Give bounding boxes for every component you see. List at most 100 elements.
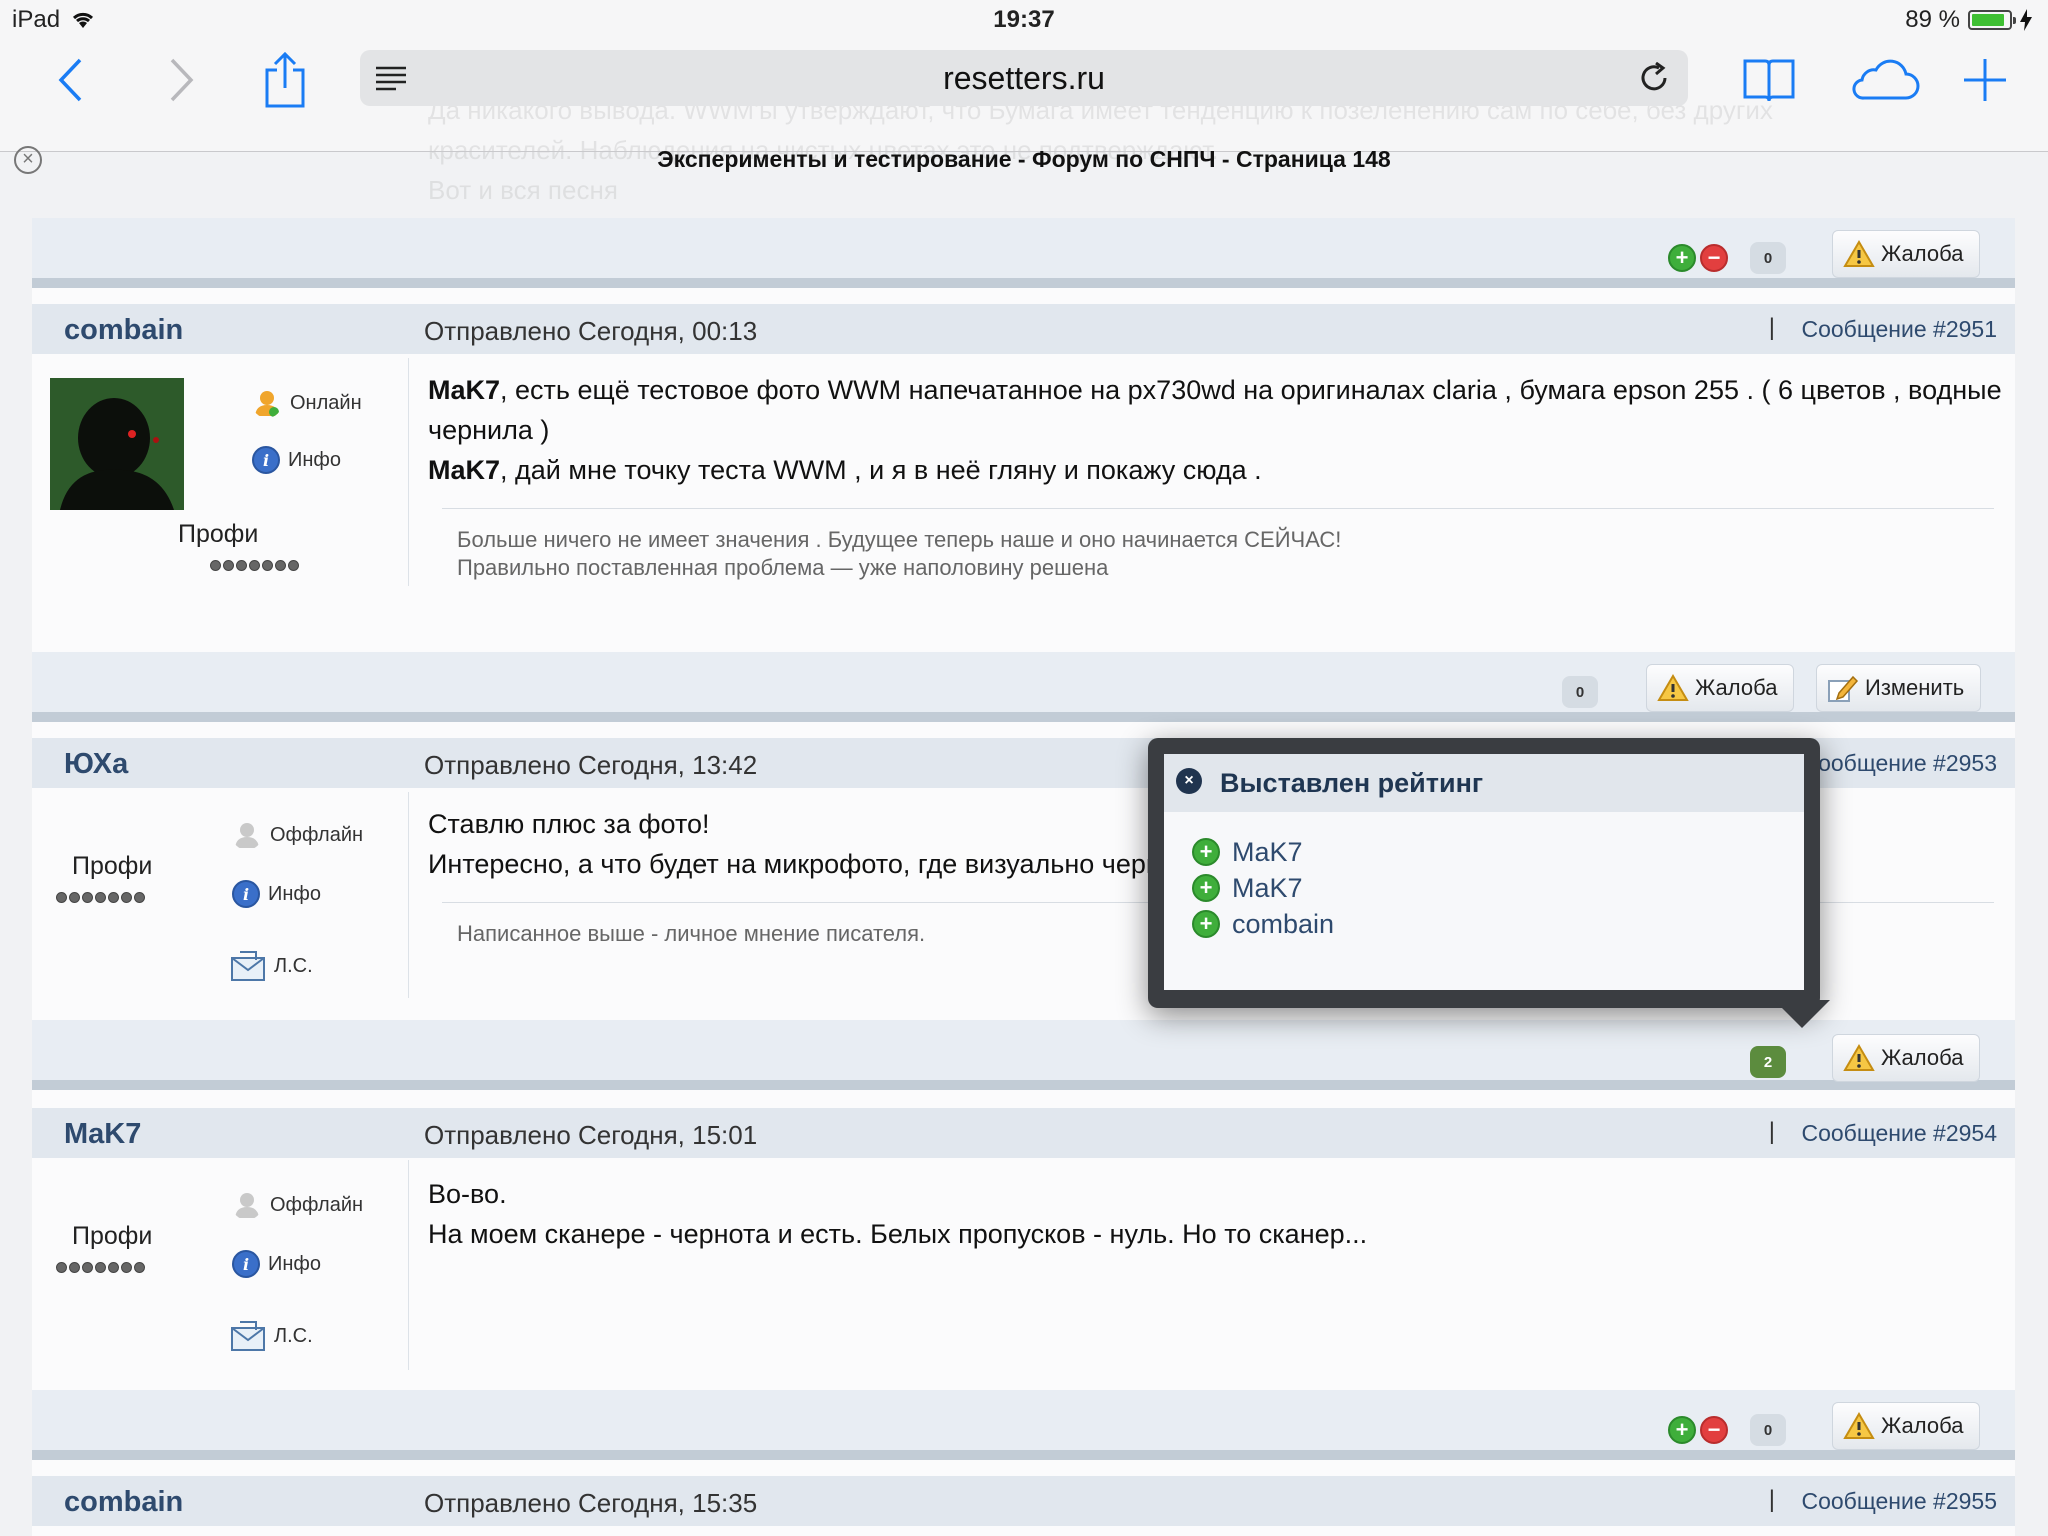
post-text: , есть ещё тестовое фото WWM напечатанно…: [500, 375, 2002, 405]
chevron-right-icon: [170, 58, 194, 102]
private-message-link[interactable]: Л.С.: [230, 950, 313, 982]
rating-list: + MaK7 + MaK7 + combain: [1192, 834, 1334, 942]
forward-button[interactable]: [146, 50, 216, 110]
popup-content: × Выставлен рейтинг + MaK7 + MaK7 + combain: [1164, 754, 1804, 990]
share-icon: [265, 52, 305, 108]
rating-count[interactable]: 2: [1750, 1046, 1786, 1078]
warning-icon: [1843, 240, 1875, 268]
pm-label: Л.С.: [274, 954, 313, 977]
address-bar[interactable]: resetters.ru: [360, 50, 1688, 106]
popup-title: Выставлен рейтинг: [1220, 768, 1484, 798]
mention: MaK7: [428, 375, 501, 405]
plus-icon: [1964, 59, 2006, 101]
signature-line: Больше ничего не имеет значения . Будуще…: [457, 527, 1342, 552]
column-divider: [408, 358, 409, 586]
edit-button[interactable]: Изменить: [1816, 664, 1982, 712]
user-info-link[interactable]: i Инфо: [232, 1250, 321, 1278]
warning-icon: [1843, 1412, 1875, 1440]
rater-name[interactable]: MaK7: [1232, 873, 1303, 904]
reload-icon[interactable]: [1638, 62, 1670, 94]
plus-icon: +: [1192, 910, 1220, 938]
post-line: Ставлю плюс за фото!: [428, 809, 710, 839]
tab-title[interactable]: Эксперименты и тестирование - Форум по С…: [0, 146, 2048, 173]
plus-vote-icon[interactable]: +: [1668, 244, 1696, 272]
post-header: MaK7 Отправлено Сегодня, 15:01 | Сообщен…: [32, 1108, 2015, 1158]
signature-divider: [442, 508, 1994, 509]
rating-count[interactable]: 0: [1750, 242, 1786, 274]
warning-icon: [1843, 1044, 1875, 1072]
post-author[interactable]: MaK7: [64, 1118, 141, 1151]
post-number-link[interactable]: Сообщение #2953: [1801, 750, 1997, 777]
close-icon[interactable]: ×: [1176, 768, 1202, 794]
post-line: чернила ): [428, 415, 550, 445]
rater-name[interactable]: combain: [1232, 909, 1334, 940]
warning-icon: [1657, 674, 1689, 702]
post-date: Отправлено Сегодня, 15:01: [424, 1120, 758, 1150]
status-label: Оффлайн: [270, 1193, 364, 1216]
info-icon: i: [252, 446, 280, 474]
rank-dots: [56, 1262, 145, 1273]
chevron-left-icon: [58, 58, 82, 102]
plus-vote-icon[interactable]: +: [1668, 1416, 1696, 1444]
post-header: combain Отправлено Сегодня, 15:35 | Сооб…: [32, 1476, 2015, 1526]
post-number-link[interactable]: Сообщение #2951: [1801, 316, 1997, 343]
minus-vote-icon[interactable]: −: [1700, 244, 1728, 272]
avatar[interactable]: [50, 378, 184, 510]
bookmarks-button[interactable]: [1734, 50, 1804, 110]
back-button[interactable]: [36, 50, 106, 110]
report-button[interactable]: Жалоба: [1832, 230, 1981, 278]
charging-icon: [2020, 9, 2032, 31]
envelope-icon: [231, 951, 265, 981]
post-author[interactable]: combain: [64, 1486, 183, 1519]
list-item: + MaK7: [1192, 834, 1334, 870]
plus-icon: +: [1192, 874, 1220, 902]
post-author[interactable]: combain: [64, 314, 183, 347]
header-separator: |: [1768, 314, 1775, 341]
battery-fill: [1972, 14, 2005, 26]
info-label: Инфо: [268, 882, 321, 905]
post-body: Во-во. На моем сканере - чернота и есть.…: [428, 1174, 1367, 1254]
user-status: Онлайн: [252, 388, 362, 418]
info-label: Инфо: [268, 1252, 321, 1275]
post-date: Отправлено Сегодня, 15:35: [424, 1488, 758, 1518]
online-user-icon: [255, 391, 279, 417]
report-button[interactable]: Жалоба: [1646, 664, 1795, 712]
post-body: MaK7, есть ещё тестовое фото WWM напечат…: [428, 370, 2002, 490]
user-info-link[interactable]: i Инфо: [232, 880, 321, 908]
rater-name[interactable]: MaK7: [1232, 837, 1303, 868]
private-message-link[interactable]: Л.С.: [230, 1320, 313, 1352]
post-text: , дай мне точку теста WWM , и я в неё гл…: [500, 455, 1262, 485]
share-button[interactable]: [250, 50, 320, 110]
user-status: Оффлайн: [232, 1190, 363, 1220]
report-label: Жалоба: [1695, 675, 1778, 700]
new-tab-button[interactable]: [1950, 50, 2020, 110]
user-status: Оффлайн: [232, 820, 363, 850]
post-body: Ставлю плюс за фото! Интересно, а что бу…: [428, 804, 1161, 884]
post-line: Во-во.: [428, 1179, 507, 1209]
report-button[interactable]: Жалоба: [1832, 1402, 1981, 1450]
status-label: Онлайн: [290, 391, 362, 414]
post-date: Отправлено Сегодня, 13:42: [424, 750, 758, 780]
info-icon: i: [232, 1250, 260, 1278]
signature-line: Правильно поставленная проблема — уже на…: [457, 555, 1109, 580]
icloud-tabs-button[interactable]: [1846, 50, 1922, 110]
user-info-link[interactable]: i Инфо: [252, 446, 341, 474]
offline-user-icon: [235, 823, 259, 848]
post-author[interactable]: ЮХа: [64, 748, 128, 781]
post-number-link[interactable]: Сообщение #2955: [1801, 1488, 1997, 1515]
rating-count[interactable]: 0: [1562, 676, 1598, 708]
post-header: combain Отправлено Сегодня, 00:13 | Сооб…: [32, 304, 2015, 354]
status-right: 89 %: [1905, 6, 2032, 34]
battery-icon: [1968, 10, 2016, 30]
post-date: Отправлено Сегодня, 00:13: [424, 316, 758, 346]
header-separator: |: [1768, 1486, 1775, 1513]
edit-icon: [1828, 675, 1859, 702]
post-line: Интересно, а что будет на микрофото, где…: [428, 849, 1161, 879]
post-number-link[interactable]: Сообщение #2954: [1801, 1120, 1997, 1147]
rating-count[interactable]: 0: [1750, 1414, 1786, 1446]
report-label: Жалоба: [1881, 241, 1964, 266]
report-button[interactable]: Жалоба: [1832, 1034, 1981, 1082]
status-label: Оффлайн: [270, 823, 364, 846]
minus-vote-icon[interactable]: −: [1700, 1416, 1728, 1444]
signature: Написанное выше - личное мнение писателя…: [457, 920, 925, 948]
